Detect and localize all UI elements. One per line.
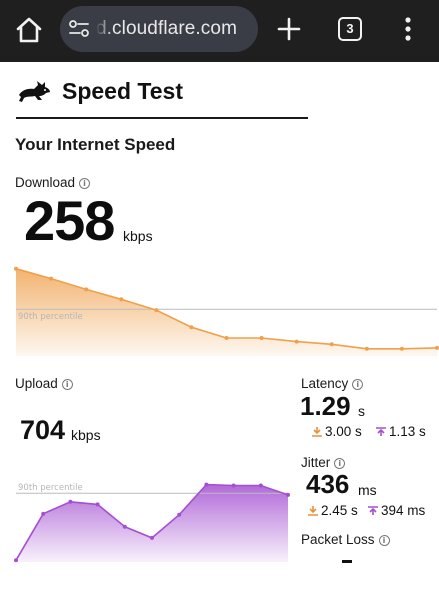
upload-arrow-icon	[368, 506, 378, 515]
data-point	[122, 524, 127, 529]
page-title: Speed Test	[62, 78, 183, 104]
data-point	[154, 308, 159, 313]
latency-upload-stat: 1.13 s	[376, 424, 426, 439]
data-point	[14, 558, 18, 563]
latency-download-stat: 3.00 s	[312, 424, 362, 439]
upload-value: 704	[20, 415, 66, 445]
data-point	[286, 492, 290, 497]
page-header: Speed Test	[16, 74, 316, 110]
upload-area	[16, 484, 288, 562]
data-point	[399, 346, 404, 351]
data-point	[68, 499, 73, 504]
rabbit-icon	[16, 80, 52, 104]
data-point	[294, 339, 299, 344]
data-point	[364, 346, 369, 351]
download-chart: 90th percentile	[14, 266, 439, 356]
latency-download-value: 3.00 s	[325, 424, 362, 439]
download-arrow-icon	[312, 427, 322, 437]
latency-label: Latency	[301, 376, 349, 391]
latency-label-row: Latency i	[301, 376, 364, 391]
data-point	[177, 512, 182, 517]
packet-loss-value	[342, 560, 352, 563]
tab-switcher-icon[interactable]: 3	[338, 17, 362, 41]
jitter-label-row: Jitter i	[301, 455, 346, 470]
data-point	[258, 483, 263, 488]
download-value: 258	[24, 189, 115, 252]
data-point	[259, 336, 264, 340]
data-point	[95, 502, 100, 507]
latency-unit: s	[358, 403, 365, 419]
upload-chart: 90th percentile	[14, 482, 290, 563]
packet-loss-label-row: Packet Loss i	[301, 532, 390, 547]
jitter-upload-stat: 394 ms	[368, 503, 425, 518]
packet-loss-label: Packet Loss	[301, 532, 375, 547]
data-point	[49, 276, 54, 281]
jitter-unit: ms	[358, 482, 377, 498]
download-arrow-icon	[308, 506, 318, 516]
data-point	[84, 287, 89, 292]
jitter-download-stat: 2.45 s	[308, 503, 358, 518]
info-icon[interactable]: i	[378, 535, 390, 546]
jitter-label: Jitter	[301, 455, 331, 470]
data-point	[224, 336, 229, 340]
data-point	[231, 483, 236, 488]
data-point	[150, 535, 154, 540]
info-icon[interactable]: i	[61, 379, 73, 390]
url-fade	[96, 14, 112, 44]
browser-toolbar: d.cloudflare.com 3	[0, 0, 439, 62]
data-point	[435, 345, 439, 350]
tune-icon[interactable]	[68, 19, 90, 39]
more-vert-icon[interactable]	[398, 14, 418, 44]
percentile-label: 90th percentile	[18, 312, 83, 322]
upload-arrow-icon	[376, 427, 386, 436]
jitter-value: 436	[306, 469, 350, 499]
upload-unit: kbps	[71, 427, 101, 443]
download-unit: kbps	[123, 228, 153, 244]
upload-label-row: Upload i	[15, 376, 73, 391]
upload-label: Upload	[15, 376, 58, 391]
address-bar[interactable]: d.cloudflare.com	[60, 6, 258, 52]
data-point	[189, 325, 194, 330]
url-text[interactable]: d.cloudflare.com	[96, 18, 237, 40]
data-point	[204, 482, 209, 487]
plus-icon[interactable]	[274, 14, 304, 44]
latency-upload-value: 1.13 s	[389, 424, 426, 439]
data-point	[14, 266, 18, 271]
data-point	[119, 297, 124, 302]
latency-value: 1.29	[300, 391, 351, 421]
percentile-label: 90th percentile	[18, 483, 83, 493]
section-title: Your Internet Speed	[15, 135, 176, 154]
home-icon[interactable]	[14, 15, 44, 45]
data-point	[329, 342, 334, 347]
info-icon[interactable]: i	[352, 379, 364, 390]
jitter-download-value: 2.45 s	[321, 503, 358, 518]
data-point	[41, 511, 46, 516]
info-icon[interactable]: i	[334, 458, 346, 469]
jitter-upload-value: 394 ms	[381, 503, 426, 518]
title-divider	[16, 117, 308, 119]
